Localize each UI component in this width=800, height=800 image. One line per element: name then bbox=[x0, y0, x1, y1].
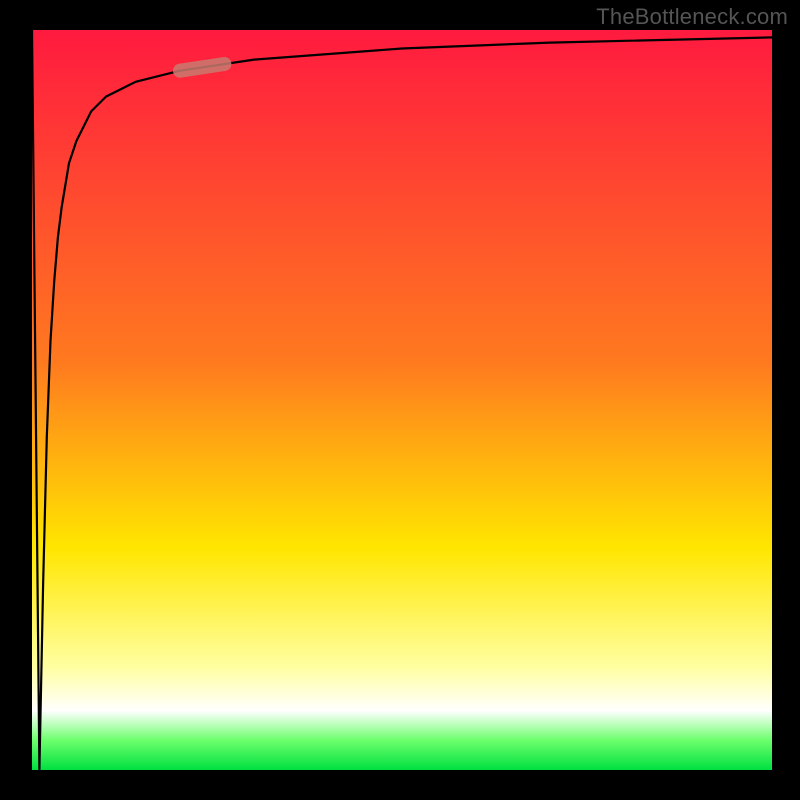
chart-svg bbox=[0, 0, 800, 800]
chart-container: TheBottleneck.com bbox=[0, 0, 800, 800]
watermark-label: TheBottleneck.com bbox=[596, 4, 788, 30]
highlight-marker bbox=[180, 64, 224, 71]
plot-background bbox=[32, 30, 772, 770]
